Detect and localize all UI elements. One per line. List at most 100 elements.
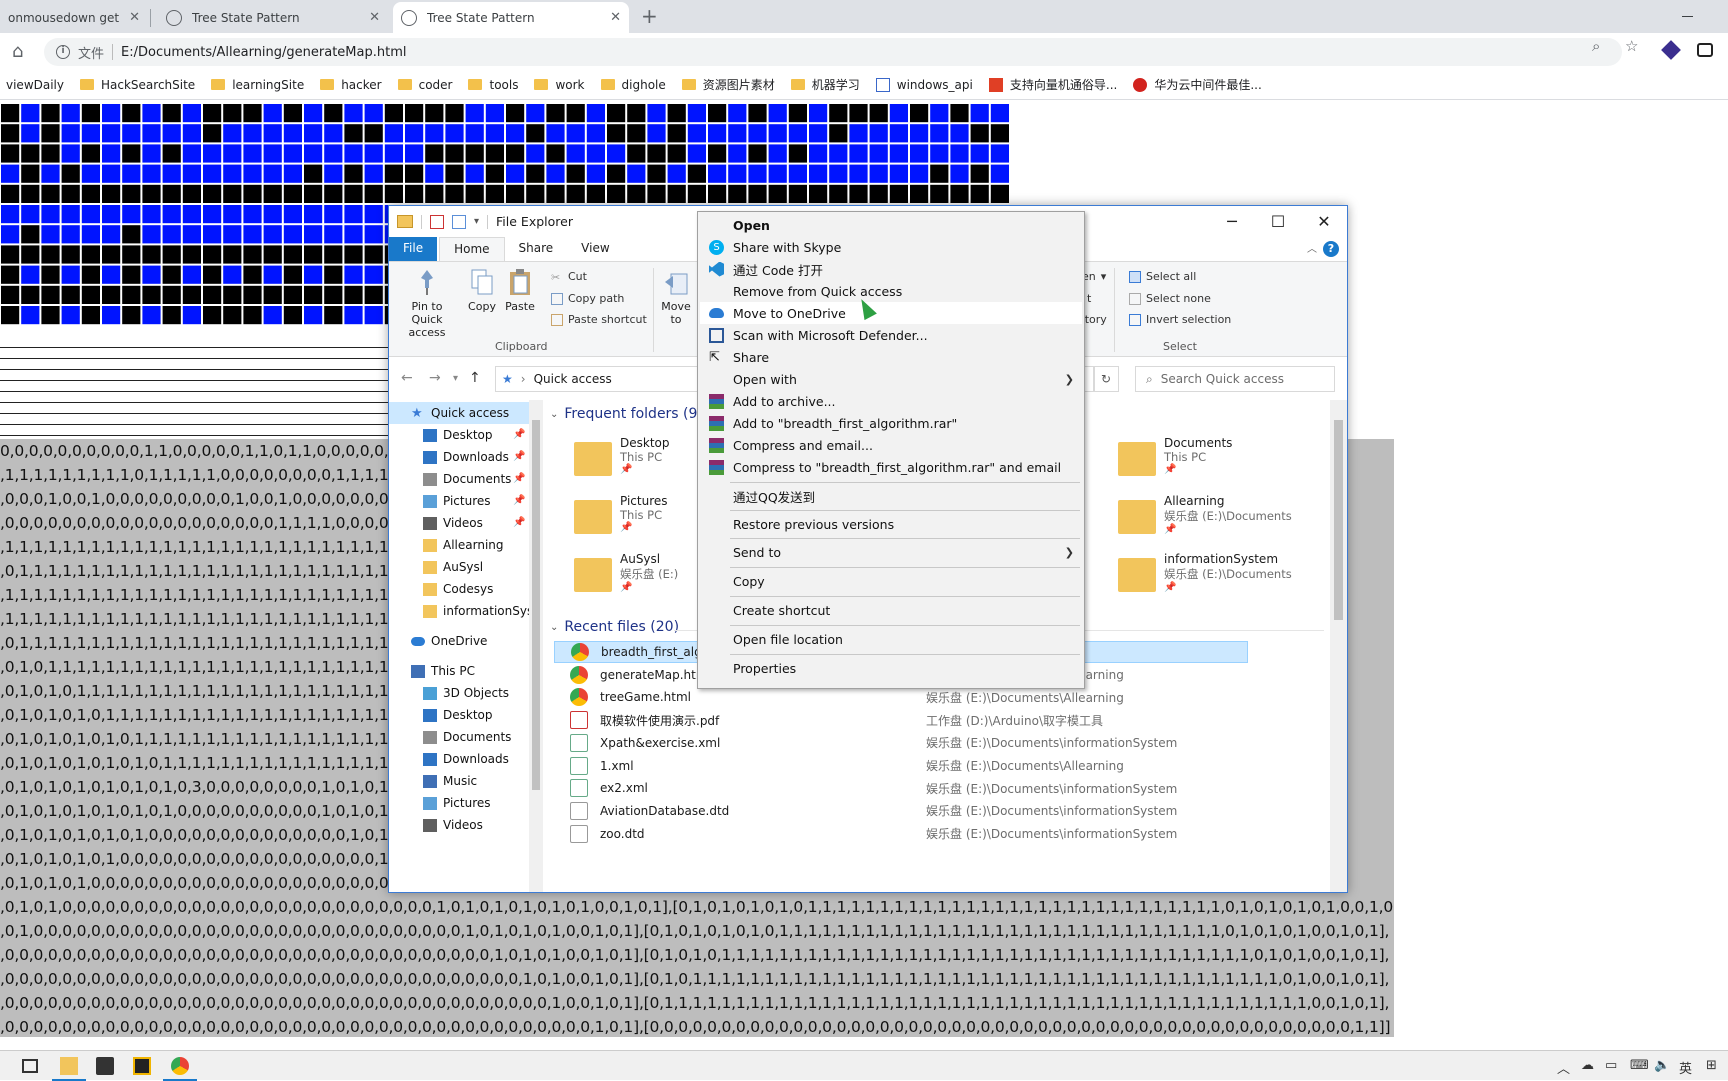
bookmark-folder[interactable]: 机器学习: [790, 76, 860, 93]
nav-item-documents[interactable]: Documents: [389, 726, 529, 748]
start-button[interactable]: [4, 1057, 22, 1075]
content-scrollbar[interactable]: [1330, 400, 1347, 892]
select-all-button[interactable]: Select all: [1129, 270, 1196, 283]
frequent-folder-item[interactable]: Allearning 娱乐盘 (E:)\Documents 📌: [1118, 494, 1292, 535]
breadcrumb-item[interactable]: Quick access: [534, 372, 612, 386]
browser-tab-1[interactable]: onmousedown get mo ✕: [0, 2, 148, 33]
nav-item-downloads[interactable]: Downloads: [389, 446, 529, 468]
close-tab-icon[interactable]: ✕: [610, 10, 621, 25]
scroll-thumb[interactable]: [532, 420, 540, 790]
star-icon[interactable]: ☆: [1625, 37, 1638, 55]
nav-item-downloads[interactable]: Downloads: [389, 748, 529, 770]
onedrive-tray-icon[interactable]: ☁: [1581, 1058, 1594, 1073]
app-taskbar-icon[interactable]: [133, 1057, 151, 1075]
tab-home[interactable]: Home: [439, 237, 505, 261]
tab-view[interactable]: View: [567, 237, 623, 261]
frequent-folders-header[interactable]: ⌄ Frequent folders (9: [550, 406, 697, 422]
forward-arrow-icon[interactable]: →: [429, 370, 441, 386]
nav-item-desktop[interactable]: Desktop: [389, 424, 529, 446]
volume-icon[interactable]: 🔈: [1654, 1058, 1670, 1073]
up-arrow-icon[interactable]: ↑: [469, 370, 481, 386]
qat-dropdown-icon[interactable]: ▾: [474, 216, 479, 227]
close-button[interactable]: ✕: [1301, 206, 1347, 237]
profile-icon[interactable]: [1697, 43, 1713, 57]
menu-qq-send[interactable]: 通过QQ发送到: [700, 485, 1082, 507]
store-taskbar-icon[interactable]: [96, 1057, 114, 1075]
recent-file-row[interactable]: AviationDatabase.dtd 娱乐盘 (E:)\Documents\i…: [554, 800, 1248, 822]
back-arrow-icon[interactable]: ←: [401, 370, 413, 386]
nav-item-3d-objects[interactable]: 3D Objects: [389, 682, 529, 704]
menu-create-shortcut[interactable]: Create shortcut: [700, 599, 1082, 621]
scroll-thumb[interactable]: [1334, 420, 1343, 620]
nav-item-informationsyste[interactable]: informationSyste: [389, 600, 543, 622]
paste-button[interactable]: Paste: [503, 268, 537, 313]
tab-share[interactable]: Share: [505, 237, 568, 261]
url-text[interactable]: E:/Documents/Allearning/generateMap.html: [121, 45, 406, 60]
nav-scrollbar[interactable]: [529, 400, 543, 892]
browser-tab-3-active[interactable]: Tree State Pattern ✕: [393, 2, 629, 33]
bookmark-folder[interactable]: tools: [468, 78, 518, 92]
ime-indicator[interactable]: 英: [1679, 1058, 1692, 1077]
menu-scan-defender[interactable]: Scan with Microsoft Defender...: [700, 324, 1082, 346]
nav-item-videos[interactable]: Videos: [389, 814, 529, 836]
nav-item-this-pc[interactable]: This PC: [389, 660, 529, 682]
close-tab-icon[interactable]: ✕: [369, 10, 380, 25]
nav-item-desktop[interactable]: Desktop: [389, 704, 529, 726]
menu-copy[interactable]: Copy: [700, 570, 1082, 592]
new-tab-button[interactable]: +: [641, 4, 658, 28]
menu-compress-rar-email[interactable]: Compress to "breadth_first_algorithm.rar…: [700, 456, 1082, 478]
new-folder-qat-icon[interactable]: [452, 214, 466, 229]
bookmark-item[interactable]: viewDaily: [6, 78, 64, 92]
pin-quick-access-button[interactable]: Pin to Quick access: [395, 268, 459, 339]
select-none-button[interactable]: Select none: [1129, 292, 1211, 305]
tab-file[interactable]: File: [389, 237, 438, 261]
properties-qat-icon[interactable]: [430, 214, 444, 229]
battery-icon[interactable]: ▭: [1605, 1058, 1617, 1073]
menu-add-archive[interactable]: Add to archive...: [700, 390, 1082, 412]
menu-restore-versions[interactable]: Restore previous versions: [700, 513, 1082, 535]
menu-share-skype[interactable]: S Share with Skype: [700, 236, 1082, 258]
frequent-folder-item[interactable]: Pictures This PC 📌: [574, 494, 668, 534]
bookmark-folder[interactable]: hacker: [320, 78, 382, 92]
close-tab-icon[interactable]: ✕: [129, 10, 140, 25]
task-view-icon[interactable]: [22, 1059, 38, 1073]
menu-share[interactable]: ⇱ Share: [700, 346, 1082, 368]
recent-file-row[interactable]: 1.xml 娱乐盘 (E:)\Documents\Allearning: [554, 755, 1248, 777]
copy-button[interactable]: Copy: [465, 268, 499, 313]
menu-properties[interactable]: Properties: [700, 657, 1082, 679]
copy-path-button[interactable]: Copy path: [551, 292, 624, 305]
recent-files-header[interactable]: ⌄ Recent files (20): [550, 619, 679, 635]
minimize-button[interactable]: ─: [1209, 206, 1255, 237]
file-explorer-taskbar-icon[interactable]: [52, 1057, 86, 1081]
minimize-window-button[interactable]: [1682, 16, 1693, 17]
frequent-folder-item[interactable]: Documents This PC 📌: [1118, 436, 1232, 476]
nav-item-documents[interactable]: Documents: [389, 468, 529, 490]
omnibox[interactable]: i 文件 E:/Documents/Allearning/generateMap…: [44, 38, 1622, 66]
menu-add-rar[interactable]: Add to "breadth_first_algorithm.rar": [700, 412, 1082, 434]
nav-item-onedrive[interactable]: OneDrive: [389, 630, 529, 652]
home-icon[interactable]: ⌂: [12, 41, 23, 62]
frequent-folder-item[interactable]: Desktop This PC 📌: [574, 436, 670, 476]
recent-file-row[interactable]: zoo.dtd 娱乐盘 (E:)\Documents\informationSys…: [554, 823, 1248, 845]
bookmark-folder[interactable]: work: [534, 78, 585, 92]
paste-shortcut-button[interactable]: Paste shortcut: [551, 313, 647, 326]
move-to-button[interactable]: Move to: [659, 268, 693, 326]
bookmark-item[interactable]: 支持向量机通俗导...: [988, 76, 1117, 93]
bookmark-folder[interactable]: dighole: [600, 78, 666, 92]
bookmark-folder[interactable]: learningSite: [211, 78, 304, 92]
edit-button[interactable]: t: [1087, 292, 1091, 305]
maximize-button[interactable]: ☐: [1255, 206, 1301, 237]
bookmark-folder[interactable]: coder: [397, 78, 452, 92]
ime-mode-icon[interactable]: ⊞: [1706, 1058, 1717, 1073]
menu-open[interactable]: Open: [700, 214, 1082, 236]
recent-locations-icon[interactable]: ▾: [453, 373, 458, 384]
info-icon[interactable]: i: [56, 45, 70, 59]
frequent-folder-item[interactable]: informationSystem 娱乐盘 (E:)\Documents 📌: [1118, 552, 1292, 593]
recent-file-row[interactable]: Xpath&exercise.xml 娱乐盘 (E:)\Documents\inf…: [554, 732, 1248, 754]
help-icon[interactable]: ?: [1323, 241, 1339, 257]
extension-icon[interactable]: [1661, 40, 1681, 60]
frequent-folder-item[interactable]: AuSysl 娱乐盘 (E:) 📌: [574, 552, 678, 593]
collapse-ribbon-icon[interactable]: ︿: [1307, 240, 1317, 255]
menu-open-file-location[interactable]: Open file location: [700, 628, 1082, 650]
tray-chevron-icon[interactable]: ︿: [1557, 1058, 1570, 1077]
